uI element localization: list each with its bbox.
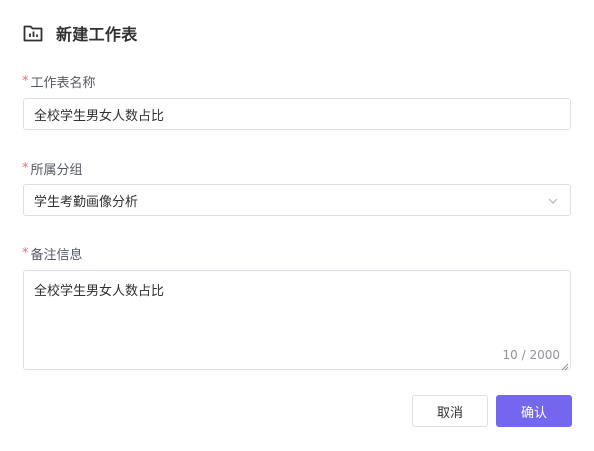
dialog-header: 新建工作表: [22, 20, 138, 46]
worksheet-name-label-text: 工作表名称: [30, 76, 96, 91]
dialog-title: 新建工作表: [56, 25, 138, 44]
create-worksheet-dialog: 新建工作表 * 工作表名称 全校学生男女人数占比 * 所属分组 学生考勤画像分析…: [0, 0, 594, 451]
folder-chart-icon: [22, 22, 44, 44]
notes-label: * 备注信息: [22, 244, 83, 263]
notes-label-text: 备注信息: [30, 248, 83, 263]
group-selected-value: 学生考勤画像分析: [34, 194, 139, 210]
notes-textarea[interactable]: 全校学生男女人数占比 10 / 2000: [23, 270, 571, 371]
worksheet-name-label: * 工作表名称: [22, 72, 96, 91]
cancel-button[interactable]: 取消: [412, 395, 488, 427]
chevron-down-icon: [547, 195, 559, 207]
worksheet-name-input[interactable]: 全校学生男女人数占比: [23, 98, 571, 130]
required-mark: *: [22, 161, 29, 176]
worksheet-name-value: 全校学生男女人数占比: [34, 108, 165, 124]
char-counter: 10 / 2000: [502, 348, 560, 362]
required-mark: *: [22, 74, 29, 89]
notes-value: 全校学生男女人数占比: [34, 284, 165, 299]
required-mark: *: [22, 246, 29, 261]
group-label: * 所属分组: [22, 159, 83, 178]
group-label-text: 所属分组: [30, 163, 83, 178]
group-select[interactable]: 学生考勤画像分析: [23, 184, 571, 216]
resize-handle-icon[interactable]: [561, 360, 569, 371]
confirm-button[interactable]: 确认: [496, 395, 572, 427]
